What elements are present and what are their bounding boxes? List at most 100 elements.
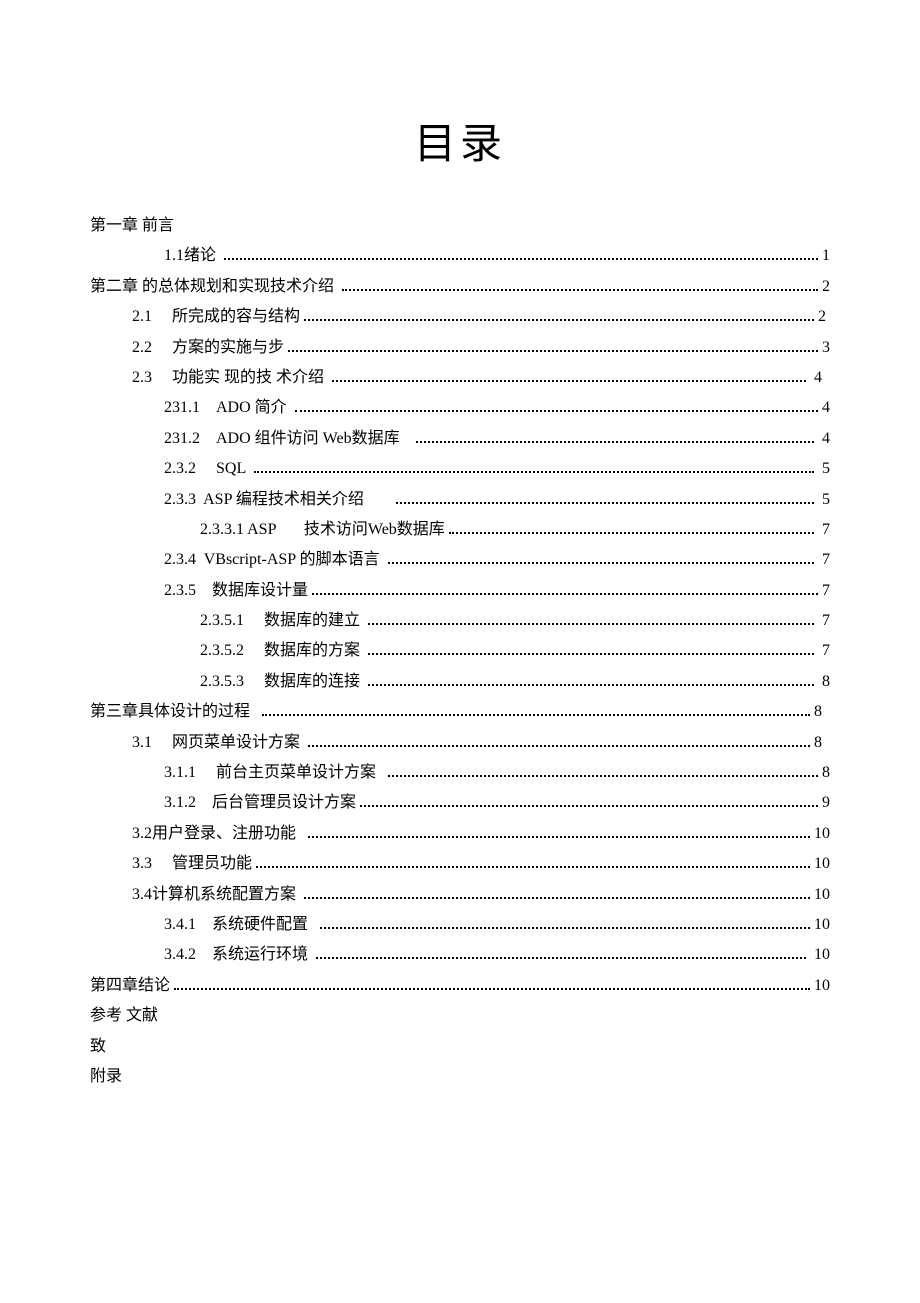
toc-leader-dots (342, 289, 818, 291)
toc-entry-page: 1 (822, 241, 830, 271)
toc-leader-dots (308, 745, 810, 747)
toc-entry: 2.3.4 VBscript-ASP 的脚本语言 7 (164, 545, 830, 575)
toc-entry: 2.3.5 数据库设计量 7 (164, 576, 830, 606)
toc-entry: 2.3.3.1 ASP 技术访问Web数据库 7 (200, 515, 830, 545)
toc-leader-dots (416, 441, 814, 443)
toc-entry: 3.4.2 系统运行环境 10 (164, 940, 830, 970)
toc-entry-label: 第三章具体设计的过程 (90, 697, 258, 727)
toc-entry-label: 3.4.1 系统硬件配置 (164, 910, 316, 940)
toc-entry-page: 4 (818, 424, 830, 454)
toc-entry-page: 7 (818, 636, 830, 666)
toc-entry-label: 2.3.3 ASP 编程技术相关介绍 (164, 485, 392, 515)
toc-leader-dots (316, 957, 806, 959)
toc-leader-dots (262, 714, 810, 716)
toc-entry-page: 7 (822, 576, 830, 606)
toc-entry: 3.1 网页菜单设计方案 8 (132, 728, 830, 758)
toc-entry: 3.1.1 前台主页菜单设计方案 8 (164, 758, 830, 788)
toc-entry-label: 3.4计算机系统配置方案 (132, 880, 300, 910)
toc-entry-page: 2 (822, 272, 830, 302)
toc-entry-page: 10 (814, 849, 830, 879)
toc-entry: 2.3 功能实 现的技 术介绍 4 (132, 363, 830, 393)
toc-leader-dots (312, 593, 818, 595)
toc-entry: 附录 (90, 1062, 830, 1092)
toc-entry-page: 3 (822, 333, 830, 363)
toc-entry: 第四章结论 10 (90, 971, 830, 1001)
toc-leader-dots (174, 988, 810, 990)
toc-leader-dots (254, 471, 814, 473)
toc-entry-page: 5 (818, 485, 830, 515)
toc-entry: 第一章 前言 (90, 211, 830, 241)
toc-entry: 第二章 的总体规划和实现技术介绍 2 (90, 272, 830, 302)
toc-leader-dots (388, 775, 818, 777)
toc-entry-label: 3.2用户登录、注册功能 (132, 819, 304, 849)
toc-entry-label: 2.3.5.1 数据库的建立 (200, 606, 364, 636)
toc-entry: 2.3.5.3 数据库的连接 8 (200, 667, 830, 697)
toc-entry-label: 2.3.5 数据库设计量 (164, 576, 308, 606)
toc-entry: 231.2 ADO 组件访问 Web数据库 4 (164, 424, 830, 454)
toc-entry: 3.4.1 系统硬件配置 10 (164, 910, 830, 940)
toc-entry: 231.1 ADO 简介 4 (164, 393, 830, 423)
toc-entry: 3.1.2 后台管理员设计方案9 (164, 788, 830, 818)
toc-entry: 1.1绪论 1 (164, 241, 830, 271)
toc-entry-page: 7 (818, 545, 830, 575)
toc-entry: 致 (90, 1032, 830, 1062)
toc-entry-page: 7 (818, 515, 830, 545)
toc-entry-label: 3.1.1 前台主页菜单设计方案 (164, 758, 384, 788)
toc-leader-dots (332, 380, 806, 382)
toc-entry: 2.1 所完成的容与结构 2 (132, 302, 830, 332)
toc-entry-label: 第四章结论 (90, 971, 170, 1001)
toc-entry-label: 2.3 功能实 现的技 术介绍 (132, 363, 328, 393)
toc-entry-label: 2.3.5.2 数据库的方案 (200, 636, 364, 666)
toc-entry-page: 10 (814, 819, 830, 849)
toc-entry: 第三章具体设计的过程 8 (90, 697, 830, 727)
toc-entry-page: 7 (818, 606, 830, 636)
toc-entry-label: 2.3.2 SQL (164, 454, 250, 484)
toc-leader-dots (388, 562, 814, 564)
toc-entry-label: 3.3 管理员功能 (132, 849, 252, 879)
toc-entry-page: 2 (818, 302, 830, 332)
toc-leader-dots (368, 653, 814, 655)
toc-entry-label: 2.2 方案的实施与步 (132, 333, 284, 363)
toc-entry-page: 10 (814, 880, 830, 910)
toc-entry-page: 8 (818, 667, 830, 697)
toc-leader-dots (449, 532, 814, 534)
toc-entry-page: 8 (814, 697, 830, 727)
toc-leader-dots (360, 805, 818, 807)
toc-entry: 参考 文献 (90, 1001, 830, 1031)
document-page: 目录 第一章 前言1.1绪论 1第二章 的总体规划和实现技术介绍 22.1 所完… (0, 0, 920, 1092)
toc-entry-page: 9 (822, 788, 830, 818)
toc-leader-dots (320, 927, 810, 929)
toc-entry: 3.3 管理员功能 10 (132, 849, 830, 879)
toc-entry: 2.2 方案的实施与步 3 (132, 333, 830, 363)
toc-entry-page: 10 (814, 910, 830, 940)
toc-leader-dots (308, 836, 810, 838)
toc-entry-label: 2.3.5.3 数据库的连接 (200, 667, 364, 697)
toc-entry-page: 8 (822, 758, 830, 788)
table-of-contents: 第一章 前言1.1绪论 1第二章 的总体规划和实现技术介绍 22.1 所完成的容… (90, 211, 830, 1092)
toc-leader-dots (396, 502, 814, 504)
toc-entry: 2.3.3 ASP 编程技术相关介绍 5 (164, 485, 830, 515)
toc-leader-dots (295, 410, 818, 412)
toc-entry: 3.4计算机系统配置方案 10 (132, 880, 830, 910)
toc-leader-dots (304, 897, 810, 899)
toc-entry-page: 4 (810, 363, 830, 393)
toc-leader-dots (224, 258, 818, 260)
toc-entry-page: 8 (814, 728, 830, 758)
toc-entry-label: 2.3.3.1 ASP 技术访问Web数据库 (200, 515, 445, 545)
toc-entry-label: 231.1 ADO 简介 (164, 393, 291, 423)
toc-entry-label: 231.2 ADO 组件访问 Web数据库 (164, 424, 412, 454)
toc-entry-page: 10 (810, 940, 830, 970)
toc-entry-label: 第二章 的总体规划和实现技术介绍 (90, 272, 338, 302)
toc-entry-label: 2.3.4 VBscript-ASP 的脚本语言 (164, 545, 384, 575)
toc-entry-label: 3.1 网页菜单设计方案 (132, 728, 304, 758)
toc-entry: 2.3.2 SQL 5 (164, 454, 830, 484)
toc-entry: 2.3.5.1 数据库的建立 7 (200, 606, 830, 636)
toc-entry-label: 3.4.2 系统运行环境 (164, 940, 312, 970)
toc-entry-page: 10 (814, 971, 830, 1001)
toc-leader-dots (304, 319, 814, 321)
toc-entry-label: 1.1绪论 (164, 241, 220, 271)
toc-entry-page: 4 (822, 393, 830, 423)
toc-leader-dots (368, 623, 814, 625)
toc-entry-label: 2.1 所完成的容与结构 (132, 302, 300, 332)
toc-title: 目录 (90, 110, 830, 171)
